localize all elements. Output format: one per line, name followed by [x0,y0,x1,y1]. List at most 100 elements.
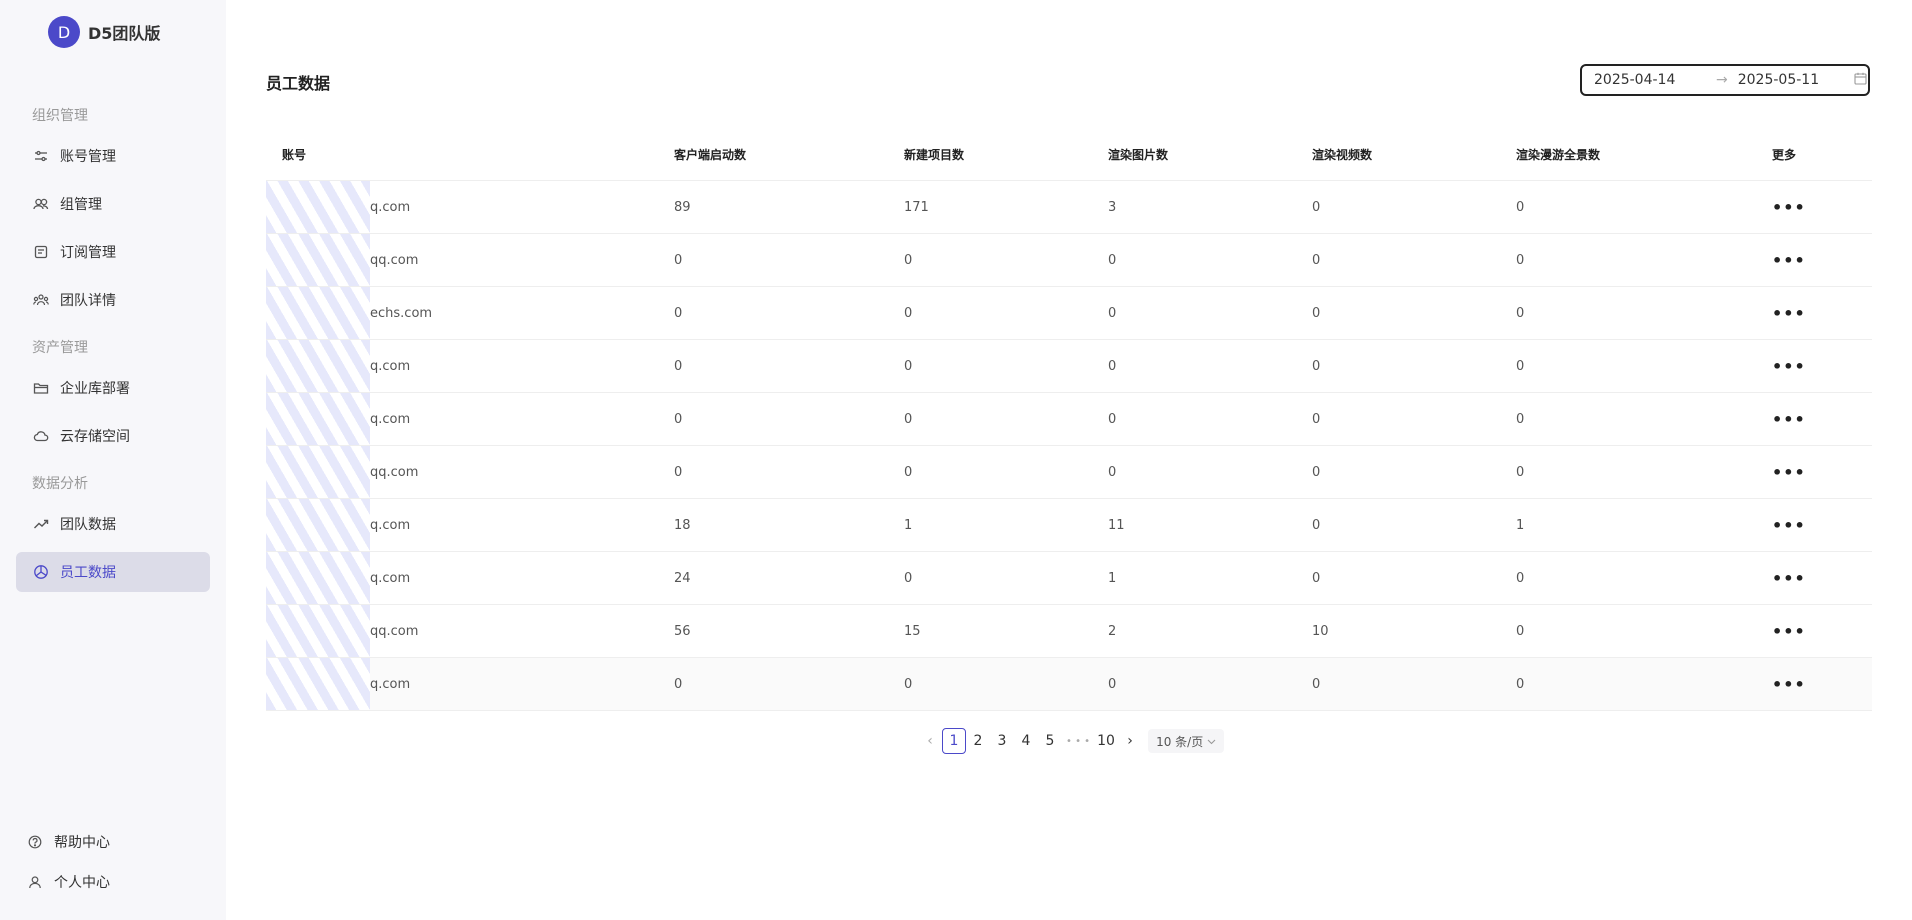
column-header-new-projects: 新建项目数 [904,147,965,162]
account-cell: qq.com [266,446,674,498]
rendered-videos-cell: 0 [1312,517,1321,533]
table-row[interactable]: q.com 24 0 1 0 0 ••• [266,552,1872,605]
client-launches-cell: 0 [674,411,683,427]
sidebar-item-enterprise-library[interactable]: 企业库部署 [16,368,210,408]
account-text: q.com [370,199,411,215]
column-header-account: 账号 [282,147,307,162]
sidebar-item-accounts[interactable]: 账号管理 [16,136,210,176]
table-row[interactable]: qq.com 0 0 0 0 0 ••• [266,234,1872,287]
users-icon [32,197,50,211]
sidebar-item-team-data[interactable]: 团队数据 [16,504,210,544]
rendered-panoramas-cell: 0 [1516,464,1525,480]
more-actions-icon[interactable]: ••• [1772,198,1806,217]
redacted-mask [266,181,370,233]
rendered-videos-cell: 0 [1312,358,1321,374]
page-title: 员工数据 [266,74,331,93]
date-start-input[interactable]: 2025-04-14 [1594,72,1706,88]
table-row[interactable]: q.com 0 0 0 0 0 ••• [266,340,1872,393]
document-icon [32,245,50,259]
page-1[interactable]: 1 [942,728,966,754]
nav-section-analytics: 数据分析 [32,476,88,492]
sidebar: D D5团队版 组织管理 账号管理 组管理 订阅管理 团队详情 资产管理 企业库… [0,0,226,920]
date-end-input[interactable]: 2025-05-11 [1738,72,1848,88]
help-center-link[interactable]: 帮助中心 [16,822,210,862]
sidebar-item-groups[interactable]: 组管理 [16,184,210,224]
table-row[interactable]: q.com 0 0 0 0 0 ••• [266,658,1872,711]
rendered-panoramas-cell: 1 [1516,517,1525,533]
help-center-label: 帮助中心 [54,835,110,851]
rendered-panoramas-cell: 0 [1516,570,1525,586]
column-header-client-launches: 客户端启动数 [674,147,747,162]
page-size-select[interactable]: 10 条/页 [1148,729,1225,753]
more-actions-icon[interactable]: ••• [1772,622,1806,641]
nav-section-org: 组织管理 [32,108,88,124]
ellipsis-icon[interactable]: • • • [1066,729,1090,753]
client-launches-cell: 89 [674,199,691,215]
profile-link[interactable]: 个人中心 [16,862,210,902]
pagination: ‹ 1 2 3 4 5 • • • 10 › 10 条/页 [918,728,1225,754]
column-header-more: 更多 [1772,147,1797,162]
main-content: 员工数据 2025-04-14 → 2025-05-11 账号 客户端启动数 新… [226,0,1912,920]
page-4[interactable]: 4 [1014,729,1038,753]
page-3[interactable]: 3 [990,729,1014,753]
rendered-images-cell: 0 [1108,411,1117,427]
arrow-right-icon: → [1716,72,1728,88]
calendar-icon[interactable] [1854,72,1867,89]
more-actions-icon[interactable]: ••• [1772,463,1806,482]
new-projects-cell: 0 [904,411,913,427]
more-actions-icon[interactable]: ••• [1772,304,1806,323]
team-name: D5团队版 [88,24,161,43]
table-row[interactable]: qq.com 0 0 0 0 0 ••• [266,446,1872,499]
rendered-panoramas-cell: 0 [1516,411,1525,427]
column-header-rendered-images: 渲染图片数 [1108,147,1169,162]
table-row[interactable]: q.com 18 1 11 0 1 ••• [266,499,1872,552]
new-projects-cell: 0 [904,570,913,586]
more-actions-icon[interactable]: ••• [1772,675,1806,694]
rendered-videos-cell: 0 [1312,305,1321,321]
more-actions-icon[interactable]: ••• [1772,357,1806,376]
rendered-images-cell: 0 [1108,676,1117,692]
rendered-videos-cell: 0 [1312,676,1321,692]
table-row[interactable]: echs.com 0 0 0 0 0 ••• [266,287,1872,340]
new-projects-cell: 171 [904,199,929,215]
more-actions-icon[interactable]: ••• [1772,569,1806,588]
sidebar-item-employee-data[interactable]: 员工数据 [16,552,210,592]
cloud-icon [32,429,50,443]
more-actions-icon[interactable]: ••• [1772,410,1806,429]
client-launches-cell: 0 [674,252,683,268]
sidebar-item-label: 企业库部署 [60,381,130,397]
sidebar-item-subscriptions[interactable]: 订阅管理 [16,232,210,272]
account-cell: qq.com [266,234,674,286]
next-page-icon[interactable]: › [1118,733,1142,749]
client-launches-cell: 56 [674,623,691,639]
table-row[interactable]: q.com 89 171 3 0 0 ••• [266,181,1872,234]
client-launches-cell: 0 [674,676,683,692]
redacted-mask [266,234,370,286]
sidebar-item-label: 账号管理 [60,149,116,165]
redacted-mask [266,552,370,604]
rendered-images-cell: 11 [1108,517,1125,533]
sidebar-item-team-details[interactable]: 团队详情 [16,280,210,320]
more-actions-icon[interactable]: ••• [1772,251,1806,270]
page-last[interactable]: 10 [1094,729,1118,753]
rendered-panoramas-cell: 0 [1516,252,1525,268]
help-icon [26,835,44,849]
sidebar-item-cloud-storage[interactable]: 云存储空间 [16,416,210,456]
table-row[interactable]: qq.com 56 15 2 10 0 ••• [266,605,1872,658]
account-text: q.com [370,517,411,533]
user-icon [26,875,44,889]
rendered-panoramas-cell: 0 [1516,623,1525,639]
page-2[interactable]: 2 [966,729,990,753]
brand[interactable]: D D5团队版 [48,16,160,48]
new-projects-cell: 0 [904,676,913,692]
new-projects-cell: 0 [904,358,913,374]
rendered-videos-cell: 0 [1312,570,1321,586]
more-actions-icon[interactable]: ••• [1772,516,1806,535]
table-row[interactable]: q.com 0 0 0 0 0 ••• [266,393,1872,446]
team-avatar: D [48,16,80,48]
date-range-picker[interactable]: 2025-04-14 → 2025-05-11 [1580,64,1870,96]
account-text: q.com [370,570,411,586]
prev-page-icon[interactable]: ‹ [918,733,942,749]
redacted-mask [266,446,370,498]
page-5[interactable]: 5 [1038,729,1062,753]
